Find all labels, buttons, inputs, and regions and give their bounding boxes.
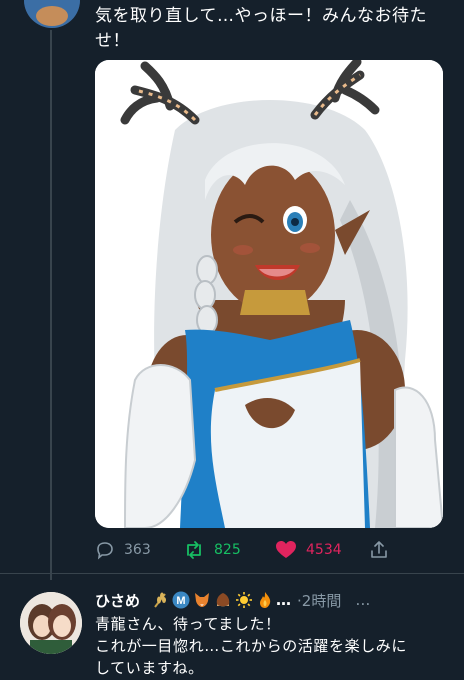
tweet-divider <box>0 573 464 574</box>
svg-text:M: M <box>176 595 185 607</box>
reply-button[interactable]: 363 <box>95 540 151 560</box>
share-button[interactable] <box>369 540 398 560</box>
like-count: 4534 <box>306 542 342 558</box>
m-circle-emoji-icon: M <box>171 591 190 610</box>
like-button[interactable]: 4534 <box>275 540 342 560</box>
reply-text-line: していますね。 <box>95 659 204 677</box>
tweet-text: 気を取り直して…やっほー！みんなお待たせ！ <box>95 6 427 51</box>
fire-emoji-icon <box>255 591 274 610</box>
reply-display-name[interactable]: ひさめ <box>95 590 140 611</box>
reply-icon <box>97 542 113 560</box>
share-icon <box>371 541 387 558</box>
character-illustration <box>95 60 443 528</box>
retweet-button[interactable]: 825 <box>183 540 241 560</box>
retweet-count: 825 <box>214 542 241 558</box>
reply-text: 青龍さん、待ってました！ これが一目惚れ…これからの活躍を楽しみに していますね… <box>95 613 457 679</box>
reply-count: 363 <box>124 542 151 558</box>
reply-avatar[interactable] <box>20 592 82 654</box>
wheat-emoji-icon <box>150 591 169 610</box>
chestnut-emoji-icon <box>213 591 232 610</box>
thread-line <box>50 28 52 580</box>
retweet-icon <box>187 541 201 559</box>
more-options-button[interactable]: … <box>355 591 372 609</box>
heart-icon <box>276 541 296 558</box>
reply-text-line: 青龍さん、待ってました！ <box>95 615 281 633</box>
reply-header: ひさめ M … ·2時間 … <box>95 588 457 612</box>
author-avatar[interactable] <box>22 0 82 30</box>
name-ellipsis: … <box>276 591 292 609</box>
reply-text-line: これが一目惚れ…これからの活躍を楽しみに <box>95 637 408 655</box>
sun-emoji-icon <box>234 591 253 610</box>
fox-emoji-icon <box>192 591 211 610</box>
reply-timestamp[interactable]: ·2時間 <box>297 590 341 611</box>
tweet-image[interactable] <box>95 60 443 528</box>
tweet-actions: 363 825 4534 <box>95 536 395 564</box>
